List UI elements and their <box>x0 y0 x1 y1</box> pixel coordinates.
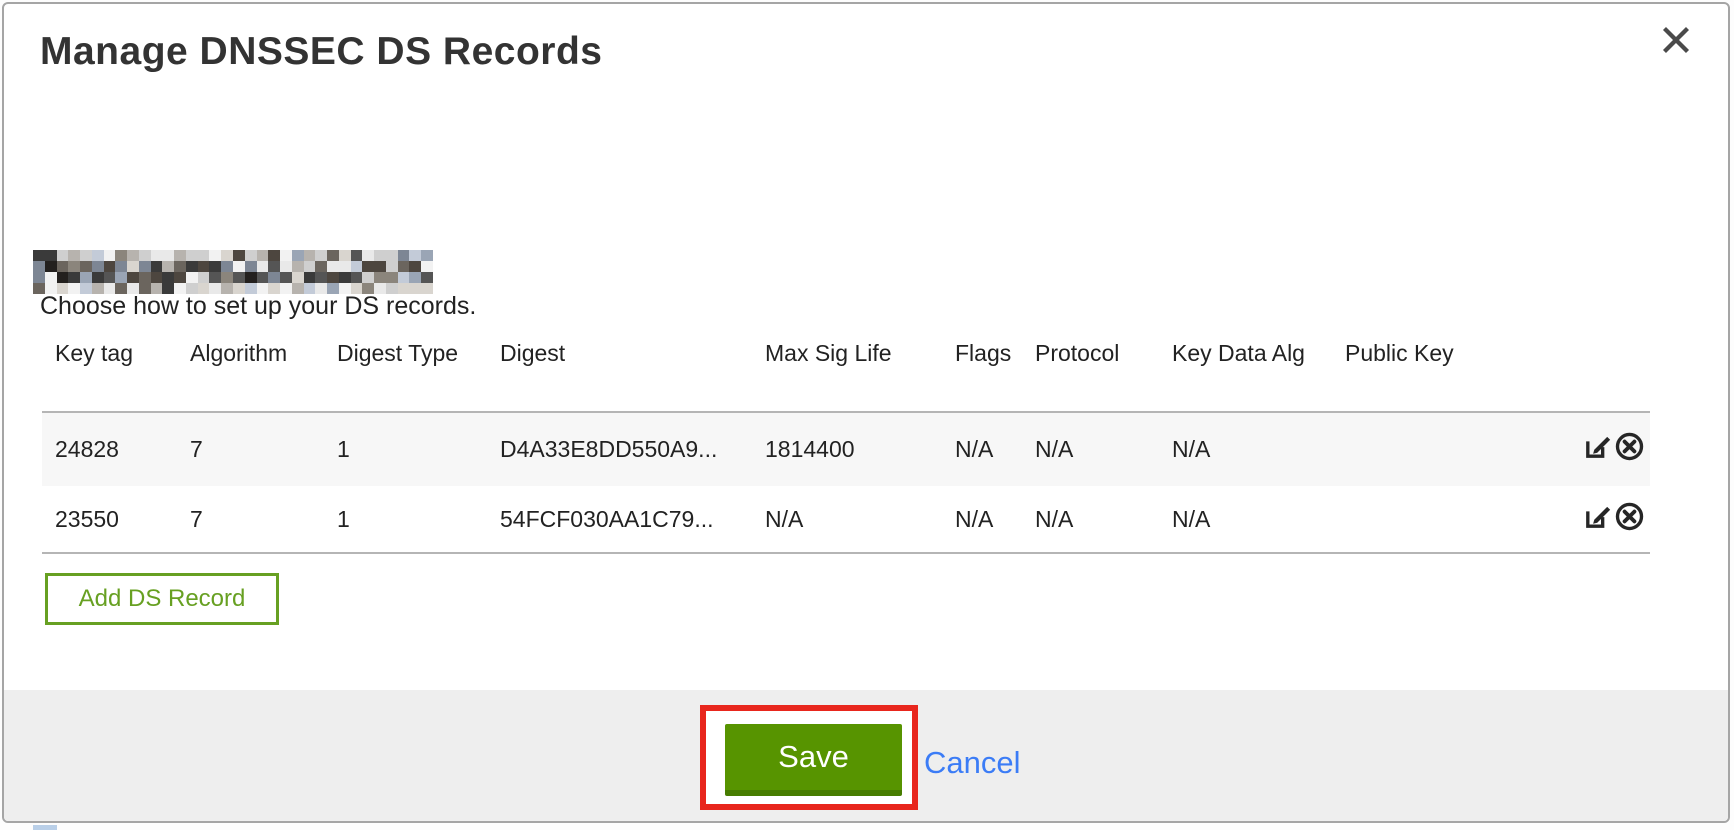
header-max-sig-life: Max Sig Life <box>765 330 955 367</box>
header-digest: Digest <box>500 330 765 367</box>
background-page-fragment <box>33 825 57 830</box>
save-button[interactable]: Save <box>725 724 902 796</box>
edit-record-button[interactable] <box>1581 503 1614 536</box>
cell-key-tag: 23550 <box>55 506 190 533</box>
cell-max-sig-life: 1814400 <box>765 436 955 463</box>
table-header-row: Key tag Algorithm Digest Type Digest Max… <box>42 330 1650 413</box>
edit-icon <box>1582 431 1613 468</box>
close-button[interactable] <box>1658 24 1694 60</box>
delete-icon <box>1614 431 1645 468</box>
cell-digest-type: 1 <box>337 436 500 463</box>
cell-key-data-alg: N/A <box>1172 506 1345 533</box>
table-row: 23550 7 1 54FCF030AA1C79... N/A N/A N/A … <box>42 486 1650 554</box>
manage-dnssec-modal: Manage DNSSEC DS Records Choose how to s… <box>2 2 1730 823</box>
cell-protocol: N/A <box>1035 436 1172 463</box>
instruction-text: Choose how to set up your DS records. <box>40 292 476 321</box>
redacted-domain-name <box>33 250 433 294</box>
header-public-key: Public Key <box>1345 330 1566 367</box>
cancel-link[interactable]: Cancel <box>924 745 1021 781</box>
header-key-data-alg: Key Data Alg <box>1172 330 1345 367</box>
add-ds-record-button[interactable]: Add DS Record <box>45 573 279 625</box>
header-digest-type: Digest Type <box>337 330 500 367</box>
cell-flags: N/A <box>955 436 1035 463</box>
cell-max-sig-life: N/A <box>765 506 955 533</box>
header-key-tag: Key tag <box>55 330 190 367</box>
delete-icon <box>1614 501 1645 538</box>
screen: Manage DNSSEC DS Records Choose how to s… <box>0 0 1734 830</box>
cell-algorithm: 7 <box>190 506 337 533</box>
cell-key-data-alg: N/A <box>1172 436 1345 463</box>
edit-record-button[interactable] <box>1581 433 1614 466</box>
cell-protocol: N/A <box>1035 506 1172 533</box>
table-row: 24828 7 1 D4A33E8DD550A9... 1814400 N/A … <box>42 413 1650 486</box>
edit-icon <box>1582 501 1613 538</box>
page-title: Manage DNSSEC DS Records <box>40 30 602 74</box>
header-algorithm: Algorithm <box>190 330 337 367</box>
close-icon <box>1661 25 1691 60</box>
cell-algorithm: 7 <box>190 436 337 463</box>
delete-record-button[interactable] <box>1613 433 1646 466</box>
cell-digest: D4A33E8DD550A9... <box>500 436 765 463</box>
cell-digest-type: 1 <box>337 506 500 533</box>
cell-flags: N/A <box>955 506 1035 533</box>
header-protocol: Protocol <box>1035 330 1172 367</box>
header-flags: Flags <box>955 330 1035 367</box>
cell-key-tag: 24828 <box>55 436 190 463</box>
ds-records-table: Key tag Algorithm Digest Type Digest Max… <box>42 330 1650 554</box>
delete-record-button[interactable] <box>1613 503 1646 536</box>
cell-digest: 54FCF030AA1C79... <box>500 506 765 533</box>
